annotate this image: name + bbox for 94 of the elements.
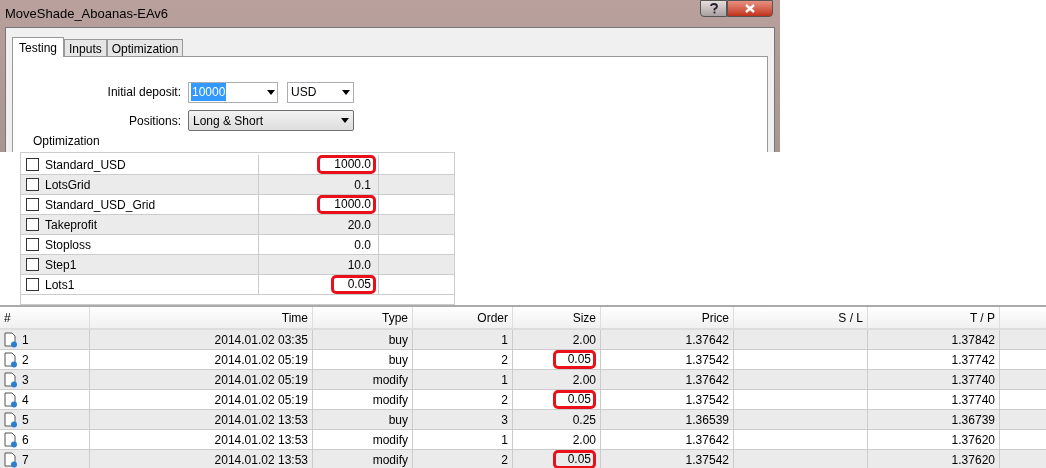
close-button[interactable] xyxy=(727,0,773,17)
table-cell-text: 2 xyxy=(501,391,508,409)
table-cell-text: 1.37642 xyxy=(685,331,729,349)
column-header[interactable]: Price xyxy=(701,308,729,327)
table-cell-text: 2.00 xyxy=(572,331,596,349)
table-cell-text: 1.36739 xyxy=(951,411,995,429)
table-cell-text: 2014.01.02 13:53 xyxy=(214,451,308,468)
table-cell-text: 7 xyxy=(22,451,29,468)
currency-combo[interactable]: USD xyxy=(287,81,354,103)
table-cell-text: modify xyxy=(372,371,408,389)
checkbox[interactable] xyxy=(26,198,39,211)
table-cell-text: 2.00 xyxy=(572,371,596,389)
table-cell-text: 2 xyxy=(501,351,508,369)
parameter-value: 20.0 xyxy=(347,216,372,234)
table-cell-text: 2014.01.02 05:19 xyxy=(214,391,308,409)
table-cell-text: 1 xyxy=(501,331,508,349)
table-cell-text: 4 xyxy=(22,391,29,409)
column-header[interactable]: Size xyxy=(572,308,596,327)
parameter-name: Standard_USD_Grid xyxy=(45,196,156,214)
dropdown-arrow-icon xyxy=(341,118,349,123)
table-cell-text: 1 xyxy=(22,331,29,349)
table-cell-text: 1.37542 xyxy=(685,451,729,468)
checkbox[interactable] xyxy=(26,238,39,251)
group-label: Optimization xyxy=(33,134,100,148)
table-cell-text: 1.37642 xyxy=(685,431,729,449)
table-cell-text: 1.37620 xyxy=(951,451,995,468)
column-header[interactable]: Order xyxy=(477,308,508,327)
table-cell-text: modify xyxy=(372,431,408,449)
table-cell-text: modify xyxy=(372,391,408,409)
parameter-name: Step1 xyxy=(45,256,77,274)
table-cell-text: 5 xyxy=(22,411,29,429)
parameter-name: Lots1 xyxy=(45,276,75,294)
parameter-name: Standard_USD xyxy=(45,156,126,174)
checkbox[interactable] xyxy=(26,218,39,231)
table-cell-text: 3 xyxy=(22,371,29,389)
field-label: Positions: xyxy=(127,112,182,130)
column-header[interactable]: S / L xyxy=(838,308,863,327)
table-cell-text: 2014.01.02 13:53 xyxy=(214,431,308,449)
help-button[interactable] xyxy=(700,0,727,17)
table-cell-text: 2014.01.02 03:35 xyxy=(214,331,308,349)
table-cell: 0.05 xyxy=(552,450,596,468)
document-icon xyxy=(4,371,18,388)
table-cell-text: 1.37842 xyxy=(951,331,995,349)
table-cell-text: 1.37642 xyxy=(685,371,729,389)
table-cell-text: buy xyxy=(388,331,408,349)
table-cell-text: 2014.01.02 05:19 xyxy=(214,351,308,369)
tab[interactable]: Testing xyxy=(12,37,65,57)
parameter-name: Takeprofit xyxy=(45,216,98,234)
column-header[interactable]: # xyxy=(4,308,11,327)
checkbox[interactable] xyxy=(26,258,39,271)
table-cell-text: 6 xyxy=(22,431,29,449)
column-header[interactable]: Type xyxy=(382,308,408,327)
table-cell-text: 1.37620 xyxy=(951,431,995,449)
table-cell-text: 1.37740 xyxy=(951,371,995,389)
table-cell-text: 2 xyxy=(501,451,508,468)
table-cell-text: 1.37742 xyxy=(951,351,995,369)
table-cell-text: 2.00 xyxy=(572,431,596,449)
document-icon xyxy=(4,411,18,428)
dropdown-arrow-icon xyxy=(342,89,350,95)
document-icon xyxy=(4,331,18,348)
table-cell-text: 1.37542 xyxy=(685,391,729,409)
tab[interactable]: Inputs xyxy=(64,39,107,56)
table-cell-text: 1.36539 xyxy=(685,411,729,429)
positions-combo[interactable]: Long & Short xyxy=(188,110,354,131)
column-header[interactable]: Time xyxy=(281,308,308,327)
close-icon xyxy=(744,4,756,13)
table-cell-text: 1.37740 xyxy=(951,391,995,409)
table-cell-text: 2014.01.02 13:53 xyxy=(214,411,308,429)
table-cell-text: 2 xyxy=(22,351,29,369)
table-cell-text: 1 xyxy=(501,431,508,449)
table-cell-text: 1.37542 xyxy=(685,351,729,369)
checkbox[interactable] xyxy=(26,278,39,291)
checkbox[interactable] xyxy=(26,158,39,171)
parameter-name: Stoploss xyxy=(45,236,92,254)
tab[interactable]: Optimization xyxy=(106,39,184,56)
table-cell-text: 3 xyxy=(501,411,508,429)
table-cell-text: 2014.01.02 05:19 xyxy=(214,371,308,389)
parameter-name: LotsGrid xyxy=(45,176,91,194)
parameter-value: 10.0 xyxy=(347,256,372,274)
field-label: Initial deposit: xyxy=(106,84,182,101)
table-cell-text: buy xyxy=(388,351,408,369)
table-cell-text: 0.25 xyxy=(572,411,596,429)
document-icon xyxy=(4,451,18,468)
parameter-value: 0.05 xyxy=(330,275,376,294)
column-header[interactable]: T / P xyxy=(969,308,995,327)
help-icon xyxy=(709,3,718,14)
window-title: MoveShade_Aboanas-EAv6 xyxy=(5,4,169,23)
dropdown-arrow-icon xyxy=(267,89,275,95)
table-cell-text: 1 xyxy=(501,371,508,389)
parameter-value: 0.0 xyxy=(354,236,372,254)
table-cell-text: modify xyxy=(372,451,408,468)
checkbox[interactable] xyxy=(26,178,39,191)
table-cell-text: buy xyxy=(388,411,408,429)
parameter-value: 0.1 xyxy=(354,176,372,194)
